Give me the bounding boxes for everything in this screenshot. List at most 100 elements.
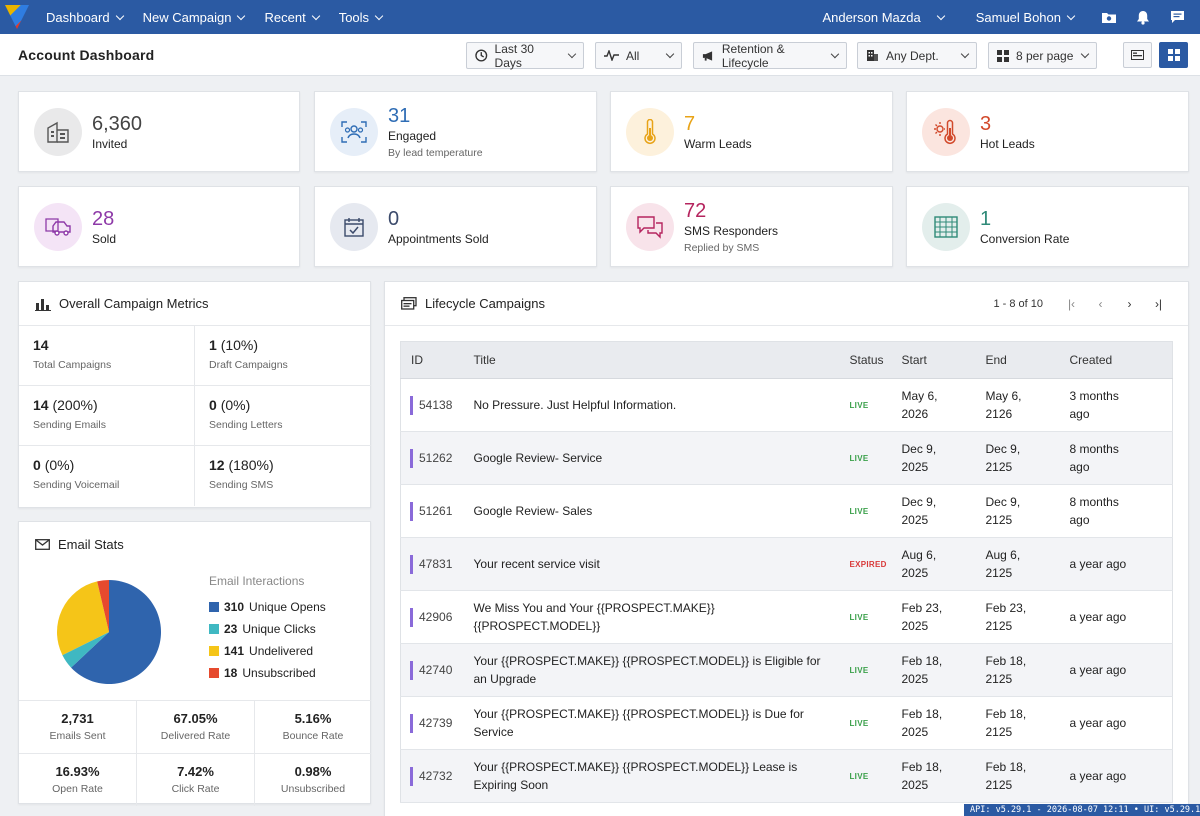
account-name: Anderson Mazda [822, 9, 921, 25]
panel-title: Overall Campaign Metrics [59, 296, 209, 311]
nav-new-campaign[interactable]: New Campaign [143, 10, 249, 25]
department-select[interactable]: Any Dept. [857, 42, 977, 69]
column-header-end[interactable]: End [979, 341, 1064, 379]
table-row[interactable]: 47831 Your recent service visit EXPIRED Aug… [400, 537, 1173, 591]
cell-end: Feb 18, 2125 [979, 749, 1064, 803]
cell-start: Feb 18, 2025 [895, 696, 980, 750]
megaphone-icon [702, 50, 713, 61]
prev-page-icon[interactable]: ‹ [1086, 297, 1115, 311]
stat-value: 0 [388, 207, 400, 230]
stat-card-appointments-sold[interactable]: 0 Appointments Sold [314, 186, 597, 267]
legend-item[interactable]: 18 Unsubscribed [209, 666, 316, 680]
account-switcher[interactable]: Anderson Mazda [822, 10, 947, 25]
department-value: Any Dept. [886, 48, 939, 63]
chevron-down-icon [237, 11, 246, 20]
campaign-title[interactable]: Google Review- Sales [463, 484, 840, 538]
campaign-title[interactable]: Your recent service visit [463, 537, 840, 591]
row-marker [410, 766, 413, 786]
nav-dashboard[interactable]: Dashboard [46, 10, 127, 25]
column-header-id[interactable]: ID [400, 341, 464, 379]
stat-card-invited[interactable]: 6,360 Invited [18, 91, 300, 172]
table-row[interactable]: 42739 Your {{PROSPECT.MAKE}} {{PROSPECT.M… [400, 696, 1173, 750]
table-row[interactable]: 51262 Google Review- Service LIVE Dec 9, 202… [400, 431, 1173, 485]
campaign-title[interactable]: Your {{PROSPECT.MAKE}} {{PROSPECT.MODEL}… [463, 696, 840, 750]
panel-header: Overall Campaign Metrics [19, 282, 370, 326]
table-row[interactable]: 42740 Your {{PROSPECT.MAKE}} {{PROSPECT.M… [400, 643, 1173, 697]
email-stat-value: 5.16% [294, 711, 332, 726]
end-date-line: Feb 18, [985, 707, 1027, 721]
row-marker [410, 607, 413, 627]
list-view-button[interactable] [1123, 42, 1152, 68]
campaign-title[interactable]: Your {{PROSPECT.MAKE}} {{PROSPECT.MODEL}… [463, 643, 840, 697]
column-header-status[interactable]: Status [839, 341, 896, 379]
stat-label: Conversion Rate [980, 231, 1070, 246]
last-page-icon[interactable]: ›| [1144, 297, 1173, 311]
column-header-title[interactable]: Title [463, 341, 840, 379]
email-stat-label: Open Rate [52, 783, 103, 795]
nav-tools[interactable]: Tools [339, 10, 386, 25]
chevron-down-icon [311, 11, 320, 20]
stat-label: Invited [92, 136, 128, 151]
metric-sending-emails: 14 (200%) Sending Emails [19, 386, 195, 446]
column-header-start[interactable]: Start [895, 341, 980, 379]
legend-item[interactable]: 310 Unique Opens [209, 600, 326, 614]
campaign-id: 42732 [419, 769, 453, 784]
chevron-down-icon [831, 49, 840, 59]
stat-card-engaged[interactable]: 31 Engaged By lead temperature [314, 91, 597, 172]
email-stat: 67.05% Delivered Rate [137, 700, 255, 753]
campaign-title[interactable]: We Miss You and Your {{PROSPECT.MAKE}} {… [463, 590, 840, 644]
stat-card-hot-leads[interactable]: 3 Hot Leads [906, 91, 1189, 172]
stat-card-warm-leads[interactable]: 7 Warm Leads [610, 91, 893, 172]
email-stat-label: Unsubscribed [280, 783, 346, 795]
start-date-line: Feb 23, [901, 601, 943, 615]
stat-value: 6,360 [92, 112, 143, 135]
email-stat-label: Delivered Rate [160, 730, 231, 742]
message-icon[interactable] [1160, 0, 1194, 34]
column-header-created[interactable]: Created [1063, 341, 1173, 379]
cell-end: Feb 18, 2125 [979, 696, 1064, 750]
first-page-icon[interactable]: |‹ [1057, 297, 1086, 311]
folder-camera-icon[interactable] [1092, 0, 1126, 34]
date-range-select[interactable]: Last 30 Days [466, 42, 584, 70]
status-badge: LIVE [849, 613, 869, 622]
legend-item[interactable]: 141 Undelivered [209, 644, 313, 658]
metric-value: 12 [209, 457, 225, 473]
campaign-title[interactable]: Google Review- Service [463, 431, 840, 485]
cell-created: a year ago [1063, 537, 1173, 591]
grid-view-button[interactable] [1159, 42, 1188, 68]
people-icon [330, 107, 378, 156]
stat-card-sms-responders[interactable]: 72 SMS Responders Replied by SMS [610, 186, 893, 267]
row-marker [410, 554, 413, 574]
table-row[interactable]: 42906 We Miss You and Your {{PROSPECT.MAK… [400, 590, 1173, 644]
cell-start: Aug 6, 2025 [895, 537, 980, 591]
next-page-icon[interactable]: › [1115, 297, 1144, 311]
channel-select[interactable]: All [595, 42, 682, 69]
app-logo[interactable] [0, 0, 34, 34]
cell-id: 42740 [400, 643, 464, 697]
nav-label: New Campaign [142, 9, 232, 25]
stat-label: Hot Leads [980, 136, 1035, 151]
campaign-title[interactable]: Your {{PROSPECT.MAKE}} {{PROSPECT.MODEL}… [463, 749, 840, 803]
created-line-2: ago [1069, 460, 1090, 474]
metric-pct: (0%) [44, 457, 75, 473]
email-summary-grid: 2,731 Emails Sent 67.05% Delivered Rate 5.… [19, 700, 371, 806]
cell-id: 42906 [400, 590, 464, 644]
stat-card-sold[interactable]: 28 Sold [18, 186, 300, 267]
created-line: a year ago [1069, 663, 1127, 677]
table-row[interactable]: 51261 Google Review- Sales LIVE Dec 9, 2025 D… [400, 484, 1173, 538]
grid-icon [997, 49, 1009, 62]
campaign-type-select[interactable]: Retention & Lifecycle [693, 42, 847, 70]
legend-item[interactable]: 23 Unique Clicks [209, 622, 316, 636]
campaign-title[interactable]: No Pressure. Just Helpful Information. [463, 378, 840, 432]
chevron-down-icon [1080, 49, 1090, 59]
user-menu[interactable]: Samuel Bohon [976, 10, 1078, 25]
nav-recent[interactable]: Recent [264, 10, 322, 25]
pagination-range: 1 - 8 of 10 [993, 298, 1043, 310]
end-year-line: 2125 [985, 725, 1013, 739]
bell-icon[interactable] [1126, 0, 1160, 34]
stat-card-conversion-rate[interactable]: 1 Conversion Rate [906, 186, 1189, 267]
table-row[interactable]: 42732 Your {{PROSPECT.MAKE}} {{PROSPECT.M… [400, 749, 1173, 803]
per-page-select[interactable]: 8 per page [988, 42, 1097, 69]
cell-start: Feb 23, 2025 [895, 590, 980, 644]
table-row[interactable]: 54138 No Pressure. Just Helpful Informati… [400, 378, 1173, 432]
